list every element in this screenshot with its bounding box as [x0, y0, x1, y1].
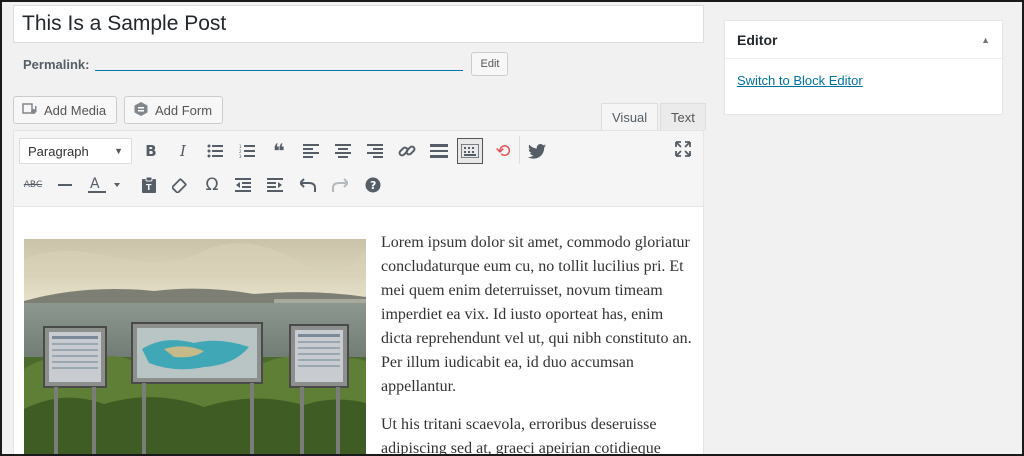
italic-icon[interactable]: I [170, 138, 196, 164]
align-left-icon[interactable] [298, 138, 324, 164]
content-editor[interactable]: Paragraph ▼ B I 123 ❝ ⟲ ABC A T Ω ? Lore… [13, 130, 704, 456]
media-icon [22, 101, 38, 120]
svg-text:A: A [90, 176, 100, 192]
twitter-icon[interactable] [524, 138, 550, 164]
format-select[interactable]: Paragraph ▼ [19, 138, 132, 164]
align-center-icon[interactable] [330, 138, 356, 164]
editor-panel: Editor ▲ Switch to Block Editor [724, 20, 1003, 115]
strikethrough-icon[interactable]: ABC [20, 172, 46, 198]
tab-text[interactable]: Text [660, 103, 706, 130]
paragraph-2: Ut his tritani scaevola, erroribus deser… [381, 416, 661, 456]
special-character-icon[interactable]: Ω [199, 172, 225, 198]
editor-panel-title: Editor [737, 31, 778, 48]
clear-formatting-icon[interactable] [167, 172, 193, 198]
bulleted-list-icon[interactable] [202, 138, 228, 164]
bold-icon[interactable]: B [138, 138, 164, 164]
switch-to-block-editor-link[interactable]: Switch to Block Editor [737, 73, 1002, 88]
undo-icon[interactable] [295, 172, 321, 198]
permalink-row: Permalink: Edit [23, 52, 509, 76]
add-media-button[interactable]: Add Media [13, 96, 118, 124]
tab-visual[interactable]: Visual [601, 103, 659, 130]
horizontal-rule-icon[interactable] [52, 172, 78, 198]
help-icon[interactable]: ? [360, 172, 386, 198]
form-icon [133, 101, 149, 120]
edit-permalink-button[interactable]: Edit [471, 52, 509, 76]
read-more-icon[interactable] [426, 138, 452, 164]
add-form-label: Add Form [155, 102, 213, 118]
svg-text:3: 3 [239, 154, 242, 158]
format-select-value: Paragraph [28, 143, 89, 159]
link-icon[interactable] [394, 138, 420, 164]
outdent-icon[interactable] [230, 172, 256, 198]
toolbar-divider [519, 136, 520, 164]
add-form-button[interactable]: Add Form [124, 96, 224, 124]
unlink-icon[interactable]: ⟲ [490, 138, 516, 164]
post-body[interactable]: Lorem ipsum dolor sit amet, commodo glor… [381, 231, 693, 456]
redo-icon[interactable] [327, 172, 353, 198]
post-image[interactable] [24, 239, 366, 456]
chevron-up-icon[interactable]: ▲ [981, 35, 990, 45]
text-color-icon[interactable]: A [86, 172, 126, 198]
add-media-label: Add Media [44, 102, 107, 118]
paragraph-1: Lorem ipsum dolor sit amet, commodo glor… [381, 234, 692, 395]
blockquote-icon[interactable]: ❝ [266, 138, 292, 164]
post-title-input[interactable]: This Is a Sample Post [13, 5, 704, 43]
toolbar-toggle-icon[interactable] [457, 138, 483, 164]
editor-toolbar: Paragraph ▼ B I 123 ❝ ⟲ ABC A T Ω ? [14, 131, 703, 207]
svg-text:?: ? [370, 179, 376, 192]
permalink-label: Permalink: [23, 56, 90, 72]
indent-icon[interactable] [262, 172, 288, 198]
align-right-icon[interactable] [362, 138, 388, 164]
svg-text:T: T [146, 183, 152, 192]
paste-text-icon[interactable]: T [136, 172, 162, 198]
fullscreen-icon[interactable] [670, 136, 696, 162]
chevron-down-icon: ▼ [114, 146, 123, 156]
editor-panel-header[interactable]: Editor ▲ [725, 21, 1002, 59]
numbered-list-icon[interactable]: 123 [234, 138, 260, 164]
permalink-link[interactable] [95, 57, 464, 71]
